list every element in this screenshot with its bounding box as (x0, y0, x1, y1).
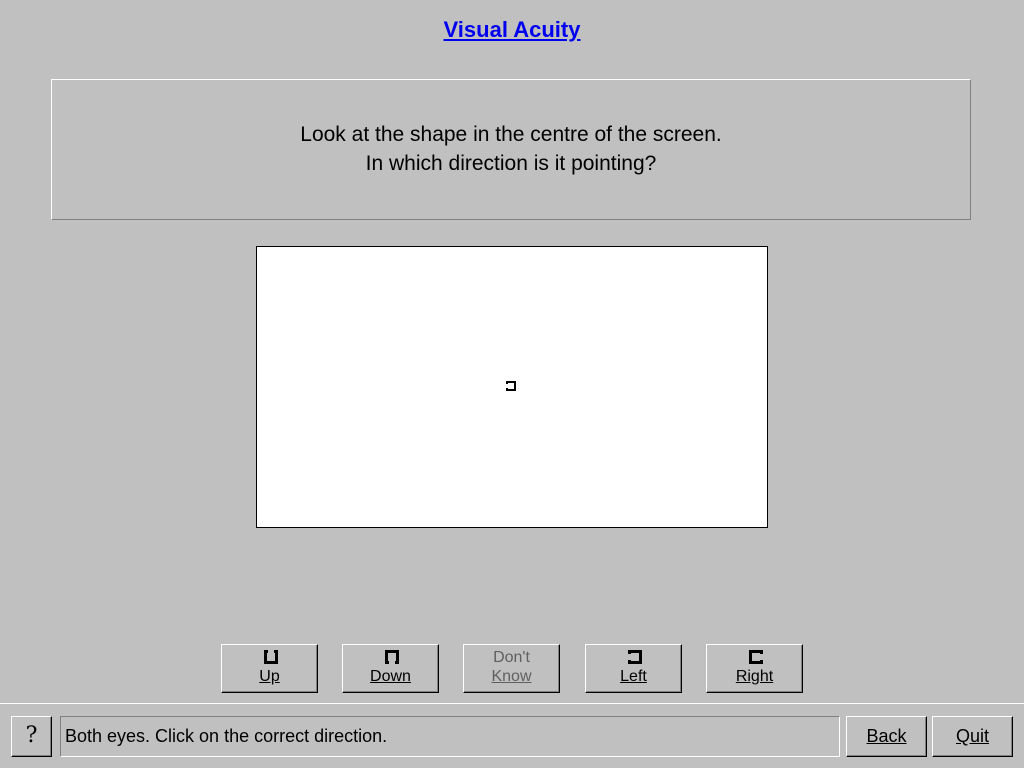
stimulus-display (256, 246, 768, 528)
c-right-icon (749, 650, 763, 664)
c-optotype-icon (506, 381, 516, 391)
dont-know-label-line-1: Don't (493, 649, 530, 666)
quit-button[interactable]: Quit (932, 716, 1013, 757)
left-button[interactable]: Left (585, 644, 682, 693)
instructions-panel: Look at the shape in the centre of the s… (51, 79, 971, 220)
down-button-label: Down (370, 668, 411, 685)
instruction-line-1: Look at the shape in the centre of the s… (300, 123, 722, 146)
quit-button-label: Quit (955, 726, 989, 746)
status-message: Both eyes. Click on the correct directio… (65, 726, 388, 746)
right-button[interactable]: Right (706, 644, 803, 693)
status-bar: ? Both eyes. Click on the correct direct… (0, 703, 1024, 768)
up-button-label: Up (259, 668, 280, 685)
status-message-box: Both eyes. Click on the correct directio… (60, 716, 840, 757)
down-button[interactable]: Down (342, 644, 439, 693)
left-button-label: Left (620, 668, 647, 685)
c-down-icon (385, 650, 399, 664)
help-button[interactable]: ? (11, 716, 52, 757)
up-button[interactable]: Up (221, 644, 318, 693)
page-title[interactable]: Visual Acuity (0, 17, 1024, 43)
back-button-label: Back (866, 726, 907, 746)
c-up-icon (264, 650, 278, 664)
back-button[interactable]: Back (846, 716, 927, 757)
question-mark-icon: ? (25, 723, 38, 748)
dont-know-button[interactable]: Don't Know (463, 644, 560, 693)
right-button-label: Right (735, 668, 774, 685)
c-left-icon (628, 650, 642, 664)
dont-know-label-line-2: Know (491, 668, 532, 685)
instruction-line-2: In which direction is it pointing? (365, 152, 657, 175)
